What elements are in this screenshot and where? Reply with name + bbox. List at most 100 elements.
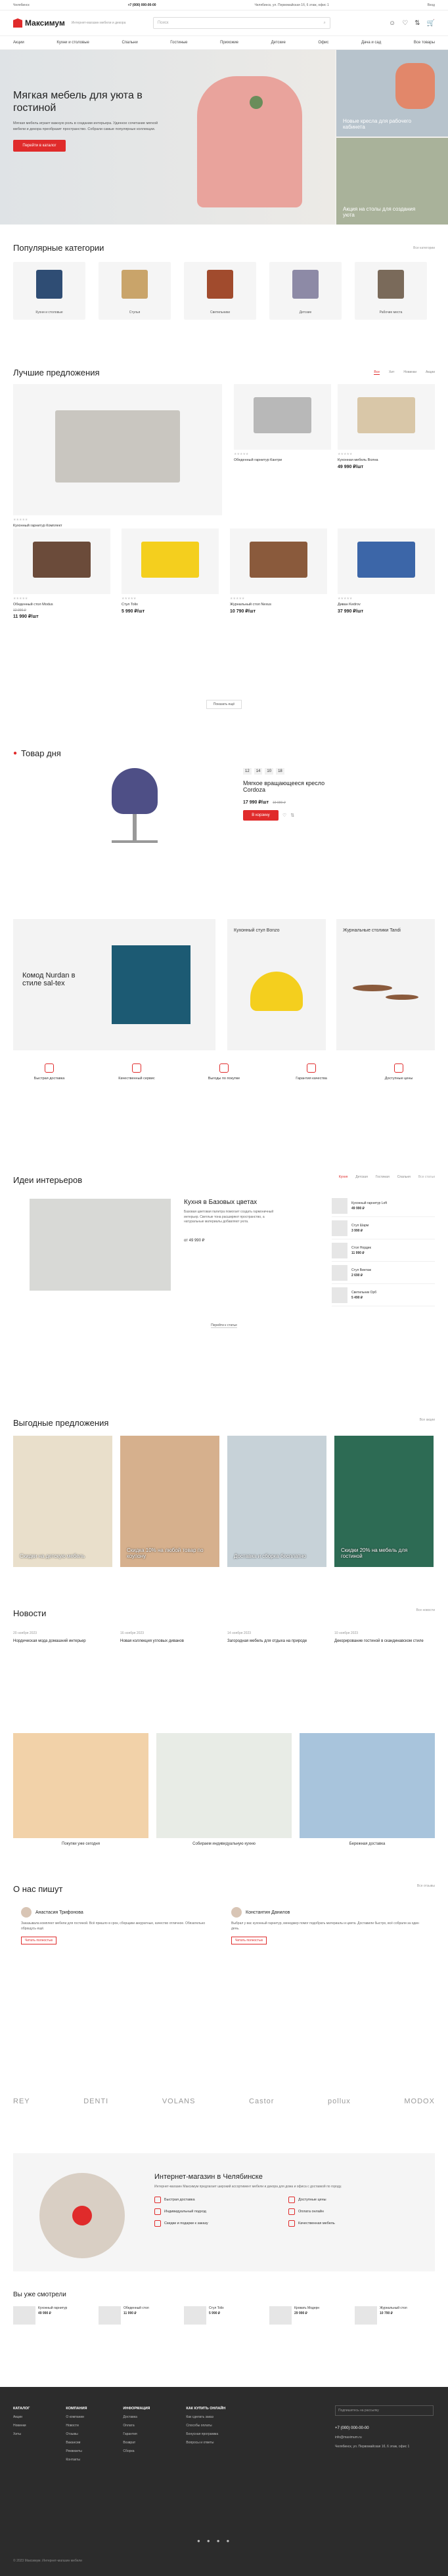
product-image[interactable] [338,384,435,450]
product-name[interactable]: Обеденный гарнитур Кантри [234,458,331,462]
logo[interactable]: Максимум [25,18,65,28]
nav-item[interactable]: Прихожие [220,41,238,45]
footer-link[interactable]: Вакансии [66,2441,87,2445]
play-icon[interactable] [72,2206,92,2225]
footer-link[interactable]: Новости [66,2424,87,2428]
service-card[interactable]: Бережная доставка [300,1733,435,1846]
categories-see-all[interactable]: Все категории [413,246,435,250]
footer-link[interactable]: Как сделать заказ [186,2415,225,2419]
review-more-button[interactable]: Читать полностью [231,1937,267,1944]
ok-icon[interactable]: ● [227,2538,230,2544]
news-card[interactable]: 10 ноября 2023 Декорирование гостиной в с… [334,1631,434,1643]
news-card[interactable]: 20 ноября 2023 Нордическая мода домашний … [13,1631,112,1643]
hero-side-1[interactable]: Новые кресла для рабочего кабинета [336,50,448,137]
product-image[interactable] [122,528,219,594]
top-phone[interactable]: +7 (000) 000-00-00 [128,3,156,7]
ideas-side-name[interactable]: Светильник Орб [351,1291,376,1295]
hero-side-2[interactable]: Акция на столы для создания уюта [336,138,448,225]
footer-link[interactable]: Хиты [13,2432,30,2436]
ideas-tab[interactable]: Спальня [397,1175,411,1185]
offers-tab[interactable]: Акции [426,370,435,375]
cart-icon[interactable]: 🛒 [427,20,435,27]
search-icon[interactable]: ⌕ [323,21,325,26]
heart-icon[interactable]: ♡ [282,813,286,818]
product-card[interactable]: ★★★★★ Кухонный гарнитур Комплект [13,384,222,530]
category-card[interactable]: Рабочие места [355,262,427,320]
daily-cart-button[interactable]: В корзину [243,810,279,821]
footer-phone[interactable]: +7 (000) 000-00-00 [335,2426,434,2430]
viewed-item[interactable]: Кровать Модерн 29 990 ₽ [269,2306,349,2325]
ideas-side-name[interactable]: Кухонный гарнитур Loft [351,1201,387,1205]
viewed-item[interactable]: Стул Tolix 5 990 ₽ [184,2306,264,2325]
news-title[interactable]: Декорирование гостиной в скандинавском с… [334,1639,434,1643]
nav-item[interactable]: Детские [271,41,286,45]
ideas-tab[interactable]: Гостиная [376,1175,390,1185]
brand-logo[interactable]: pollux [328,2097,351,2105]
product-card[interactable]: ★★★★★ Стул Tolix 5 990 ₽/шт [122,528,219,614]
city-select[interactable]: Челябинск [13,3,30,7]
brand-logo[interactable]: REY [13,2097,30,2105]
product-name[interactable]: Диван Kedrov [338,603,435,607]
viewed-item[interactable]: Журнальный стол 10 790 ₽ [355,2306,435,2325]
compare-icon[interactable]: ⇅ [414,20,420,27]
login-link[interactable]: Вход [428,3,435,7]
promo-mid[interactable]: Кухонный стул Bonzo [227,919,326,1050]
product-image[interactable] [13,384,222,515]
promo-right[interactable]: Журнальные столики Tandi [336,919,435,1050]
ideas-tab[interactable]: Детская [355,1175,368,1185]
daily-image[interactable] [99,768,171,853]
brand-logo[interactable]: DENTI [83,2097,108,2105]
product-image[interactable] [230,528,327,594]
ideas-image[interactable] [30,1199,171,1291]
category-card[interactable]: Кухни и столовые [13,262,85,320]
product-card[interactable]: ★★★★★ Диван Kedrov 37 990 ₽/шт [338,528,435,614]
product-card[interactable]: ★★★★★ Обеденный стол Modus 12 990 ₽ 11 990 … [13,528,110,619]
nav-item[interactable]: Кухни и столовые [56,41,89,45]
service-card[interactable]: Собираем индивидуальную кухню [156,1733,292,1846]
offers-tab[interactable]: Новинки [403,370,416,375]
ideas-tab[interactable]: Кухня [339,1175,347,1185]
nav-item[interactable]: Гостиные [170,41,187,45]
footer-link[interactable]: Способы оплаты [186,2424,225,2428]
compare-icon[interactable]: ⇅ [290,813,294,818]
footer-link[interactable]: Реквизиты [66,2449,87,2453]
footer-link[interactable]: Возврат [123,2441,150,2445]
deals-see-all[interactable]: Все акции [420,1418,435,1428]
viewed-item[interactable]: Обеденный стол 11 990 ₽ [99,2306,179,2325]
nav-item[interactable]: Спальни [122,41,137,45]
logo-icon[interactable] [13,18,22,28]
offers-tab[interactable]: Все [374,370,380,375]
service-card[interactable]: Покупки уже сегодня [13,1733,148,1846]
brand-logo[interactable]: VOLANS [162,2097,196,2105]
ideas-side-item[interactable]: Стол Нордик 11 990 ₽ [332,1239,435,1262]
ideas-more-button[interactable]: Перейти к статье [211,1323,237,1328]
brand-logo[interactable]: MODOX [404,2097,435,2105]
category-card[interactable]: Светильники [184,262,256,320]
nav-item[interactable]: Офис [318,41,328,45]
footer-link[interactable]: Оплата [123,2424,150,2428]
footer-link[interactable]: Отзывы [66,2432,87,2436]
user-icon[interactable]: ☺ [389,20,395,27]
deal-card[interactable]: Скидки 20% на мебель для гостиной [334,1436,434,1567]
product-image[interactable] [13,528,110,594]
youtube-icon[interactable]: ● [207,2538,210,2544]
ideas-side-item[interactable]: Стул Шарм 3 990 ₽ [332,1217,435,1239]
hero-button[interactable]: Перейти в каталог [13,139,66,152]
product-name[interactable]: Кухонная мебель Волна [338,458,435,462]
product-card[interactable]: ★★★★★ Обеденный гарнитур Кантри [234,384,331,464]
product-image[interactable] [234,384,331,450]
category-card[interactable]: Стулья [99,262,171,320]
viewed-item[interactable]: Кухонный гарнитур 49 990 ₽ [13,2306,93,2325]
footer-link[interactable]: Бонусная программа [186,2432,225,2436]
ideas-see-all[interactable]: Все статьи [418,1175,435,1185]
search-input[interactable]: Поиск ⌕ [152,17,330,29]
ideas-side-item[interactable]: Стул Винтаж 2 690 ₽ [332,1262,435,1284]
footer-link[interactable]: Сборка [123,2449,150,2453]
ideas-side-name[interactable]: Стол Нордик [351,1246,371,1250]
product-name[interactable]: Журнальный стол Nexus [230,603,327,607]
vk-icon[interactable]: ● [197,2538,200,2544]
reviews-see-all[interactable]: Все отзывы [417,1884,435,1894]
ideas-side-item[interactable]: Светильник Орб 5 490 ₽ [332,1284,435,1306]
footer-link[interactable]: Гарантия [123,2432,150,2436]
news-title[interactable]: Нордическая мода домашний интерьер [13,1639,112,1643]
